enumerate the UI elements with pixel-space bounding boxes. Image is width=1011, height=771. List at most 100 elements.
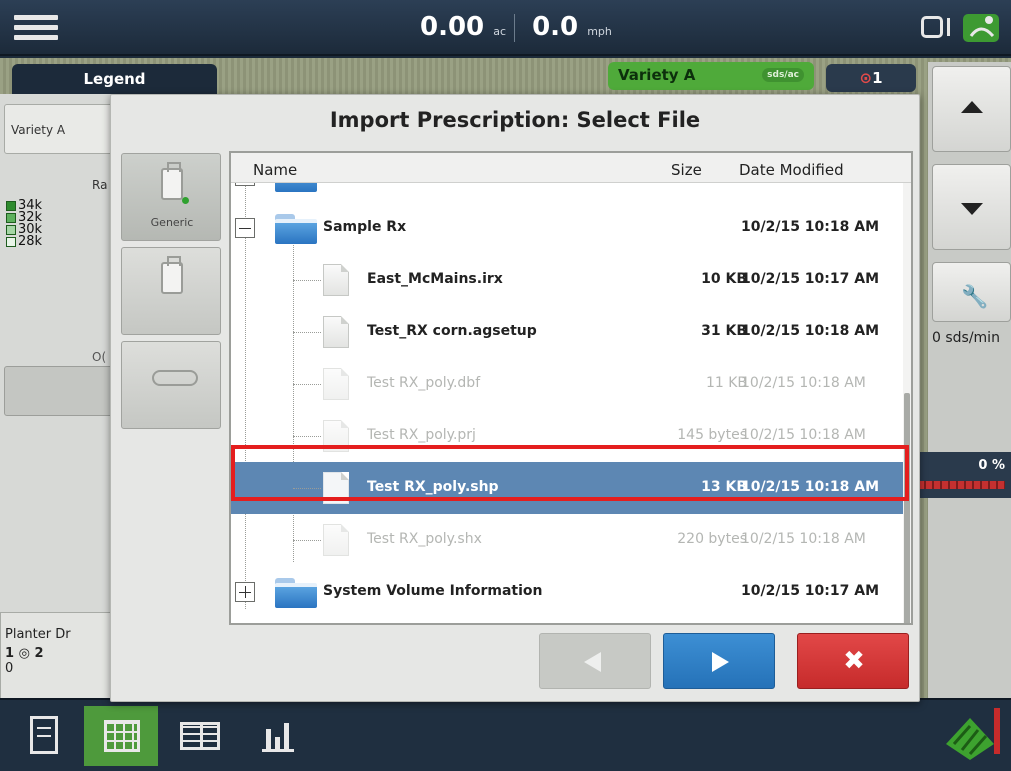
red-bar: [918, 481, 1005, 489]
file-name: Sample Rx: [323, 219, 407, 235]
planter-drive-panel[interactable]: Planter Dr 1 ◎ 2 0: [0, 612, 116, 702]
chart-button[interactable]: [240, 706, 314, 766]
selection-highlight-box: [231, 445, 909, 501]
oc-label: O(: [92, 350, 107, 364]
file-list-header: Name Size Date Modified: [231, 153, 911, 183]
file-name: Test RX_poly.dbf: [367, 375, 481, 391]
menu-icon[interactable]: [14, 10, 58, 46]
speed-value: 0.0: [532, 12, 579, 42]
file-name: East_McMains.irx: [367, 271, 503, 287]
split-grid-icon: [180, 722, 220, 750]
wrench-icon: 🔧: [961, 285, 989, 310]
legend-tab[interactable]: Legend: [12, 64, 217, 94]
bar-chart-icon: [262, 722, 294, 752]
field-icon[interactable]: [940, 704, 1000, 764]
file-icon: [323, 524, 349, 556]
variety-badge[interactable]: Variety A sds/ac: [608, 62, 814, 90]
right-panel: [928, 62, 1011, 698]
rate-label: Ra: [92, 178, 108, 192]
folder-row[interactable]: Sample Rx 10/2/15 10:18 AM: [231, 202, 903, 254]
right-percent: 0 %: [978, 458, 1005, 473]
display-icon[interactable]: [921, 16, 943, 38]
left-panel-button[interactable]: [4, 366, 114, 416]
column-size[interactable]: Size: [671, 161, 702, 179]
folder-icon: [275, 578, 317, 608]
arrow-up-icon: [961, 101, 983, 113]
variety-badge-unit: sds/ac: [762, 68, 804, 82]
dialog-title: Import Prescription: Select File: [329, 108, 701, 132]
next-button[interactable]: [663, 633, 775, 689]
source-label: Generic: [150, 216, 194, 229]
close-icon: ✖: [843, 646, 865, 676]
file-date: 10/2/15 10:18 AM: [741, 531, 866, 547]
gps-satellite-icon[interactable]: [961, 6, 1001, 46]
file-list-scrollbar[interactable]: [903, 183, 911, 623]
split-grid-button[interactable]: [162, 706, 236, 766]
file-date: 10/2/15 10:18 AM: [741, 427, 866, 443]
rate-value: 28k: [18, 234, 43, 249]
column-name[interactable]: Name: [253, 161, 297, 179]
tree-line: [293, 384, 321, 385]
file-size: 145 bytes: [677, 427, 747, 443]
file-date: 10/2/15 10:17 AM: [741, 583, 880, 599]
rate-swatch: [6, 237, 16, 247]
arrow-down-icon: [961, 203, 983, 215]
variety-button[interactable]: Variety A: [4, 104, 114, 154]
file-date: 10/2/15 10:18 AM: [741, 219, 880, 235]
previous-button[interactable]: [539, 633, 651, 689]
alert-icon: ⊙: [859, 69, 873, 87]
rate-swatch: [6, 213, 16, 223]
file-icon: [323, 316, 349, 348]
file-icon: [323, 368, 349, 400]
document-button[interactable]: [6, 706, 80, 766]
area-value: 0.00: [420, 12, 485, 42]
cancel-button[interactable]: ✖: [797, 633, 909, 689]
file-row[interactable]: Test_RX corn.agsetup 31 KB 10/2/15 10:18 A…: [231, 306, 903, 358]
tools-button[interactable]: 🔧: [932, 262, 1011, 322]
scroll-thumb[interactable]: [904, 393, 910, 623]
file-row[interactable]: Test RX_poly.shx 220 bytes 10/2/15 10:18 A…: [231, 514, 903, 566]
speed-unit: mph: [587, 25, 612, 38]
source-generic-usb[interactable]: Generic: [121, 153, 221, 241]
collapse-icon[interactable]: [235, 218, 255, 238]
arrow-right-icon: [712, 652, 729, 672]
scroll-up-button[interactable]: [932, 66, 1011, 152]
usb-drive-icon: [161, 256, 183, 294]
tree-line: [293, 540, 321, 541]
grid-button[interactable]: [84, 706, 158, 766]
expand-icon[interactable]: [235, 582, 255, 602]
alert-count: 1: [872, 69, 883, 87]
file-row[interactable]: Test RX_poly.dbf 11 KB 10/2/15 10:18 AM: [231, 358, 903, 410]
arrow-left-icon: [584, 652, 601, 672]
file-date: 10/2/15 10:18 AM: [741, 375, 866, 391]
alert-badge[interactable]: ⊙1: [826, 64, 916, 92]
file-row[interactable]: East_McMains.irx 10 KB 10/2/15 10:17 AM: [231, 254, 903, 306]
rate-swatch: [6, 225, 16, 235]
folder-row[interactable]: System Volume Information 10/2/15 10:17 A…: [231, 566, 903, 618]
file-size: 220 bytes: [677, 531, 747, 547]
planter-row: 1 ◎ 2: [5, 646, 44, 661]
file-date: 10/2/15 10:18 AM: [741, 323, 880, 339]
tree-line: [293, 332, 321, 333]
file-date: 10/2/15 10:17 AM: [741, 271, 880, 287]
source-usb-2[interactable]: [121, 247, 221, 335]
import-prescription-dialog: Import Prescription: Select File Generic…: [110, 94, 920, 702]
file-name: System Volume Information: [323, 583, 543, 599]
cable-icon: [152, 370, 198, 386]
sds-rate-label: 0 sds/min: [932, 330, 1000, 346]
right-percent-strip: 0 %: [918, 452, 1011, 498]
planter-title: Planter Dr: [5, 627, 71, 642]
scroll-down-button[interactable]: [932, 164, 1011, 250]
document-icon: [30, 716, 58, 754]
source-cable[interactable]: [121, 341, 221, 429]
file-browser[interactable]: MCR AR LAND ROSETOP10/3/14 3:27 AMSample…: [229, 151, 913, 625]
usb-drive-icon: [161, 162, 189, 204]
bottom-bar: [0, 698, 1011, 771]
area-unit: ac: [493, 25, 507, 38]
rate-legend-item: 28k: [6, 234, 43, 249]
file-name: Test RX_poly.shx: [367, 531, 482, 547]
top-bar: 0.00 ac 0.0 mph: [0, 0, 1011, 56]
divider-icon: [947, 18, 955, 36]
rate-legend: 34k 32k 30k 28k: [6, 199, 43, 249]
column-date[interactable]: Date Modified: [739, 161, 844, 179]
